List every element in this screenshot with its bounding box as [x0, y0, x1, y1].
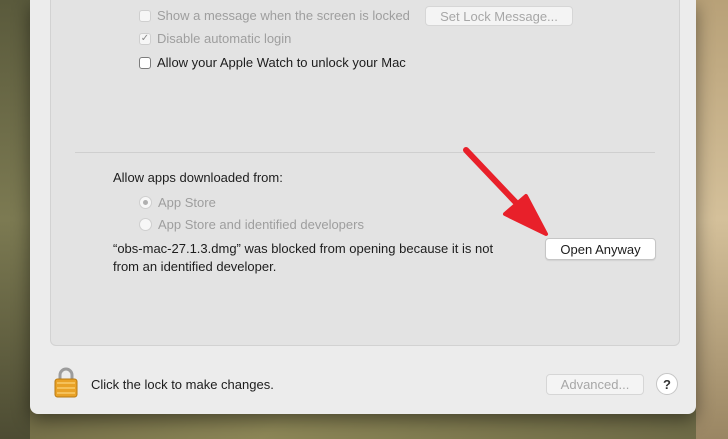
disable-auto-login-row[interactable]: ✓ Disable automatic login — [139, 31, 291, 46]
option-app-store[interactable]: App Store — [139, 195, 216, 210]
set-lock-message-button[interactable]: Set Lock Message... — [425, 6, 573, 26]
blocked-message-line2: from an identified developer. — [113, 259, 277, 274]
app-store-label: App Store — [158, 195, 216, 210]
blocked-message: “obs-mac-27.1.3.dmg” was blocked from op… — [113, 240, 533, 276]
open-anyway-label: Open Anyway — [560, 241, 641, 257]
apple-watch-row[interactable]: Allow your Apple Watch to unlock your Ma… — [139, 55, 406, 70]
lock-text: Click the lock to make changes. — [91, 377, 274, 392]
show-message-row[interactable]: Show a message when the screen is locked — [139, 8, 410, 23]
advanced-button[interactable]: Advanced... — [546, 374, 644, 395]
desktop-background-left — [0, 0, 30, 439]
section-divider — [75, 152, 655, 153]
lock-icon[interactable] — [53, 366, 79, 398]
allow-apps-label: Allow apps downloaded from: — [113, 170, 283, 185]
help-label: ? — [663, 376, 671, 392]
disable-auto-login-checkbox[interactable]: ✓ — [139, 32, 151, 45]
apple-watch-label: Allow your Apple Watch to unlock your Ma… — [157, 55, 406, 70]
identified-devs-radio[interactable] — [139, 218, 152, 231]
advanced-label: Advanced... — [560, 377, 630, 392]
open-anyway-button[interactable]: Open Anyway — [545, 238, 656, 260]
app-store-radio[interactable] — [139, 196, 152, 209]
option-identified-devs[interactable]: App Store and identified developers — [139, 217, 364, 232]
blocked-message-line1: “obs-mac-27.1.3.dmg” was blocked from op… — [113, 241, 494, 256]
general-tab-panel: Show a message when the screen is locked… — [50, 0, 680, 346]
checkmark-icon: ✓ — [140, 32, 150, 44]
apple-watch-checkbox[interactable] — [139, 56, 151, 69]
show-message-label: Show a message when the screen is locked — [157, 8, 410, 23]
security-preferences-window: Show a message when the screen is locked… — [30, 0, 696, 414]
help-button[interactable]: ? — [656, 373, 678, 395]
desktop-background-right — [696, 0, 728, 439]
show-message-checkbox[interactable] — [139, 9, 151, 22]
set-lock-message-label: Set Lock Message... — [440, 8, 558, 24]
disable-auto-login-label: Disable automatic login — [157, 31, 292, 46]
identified-devs-label: App Store and identified developers — [158, 217, 364, 232]
